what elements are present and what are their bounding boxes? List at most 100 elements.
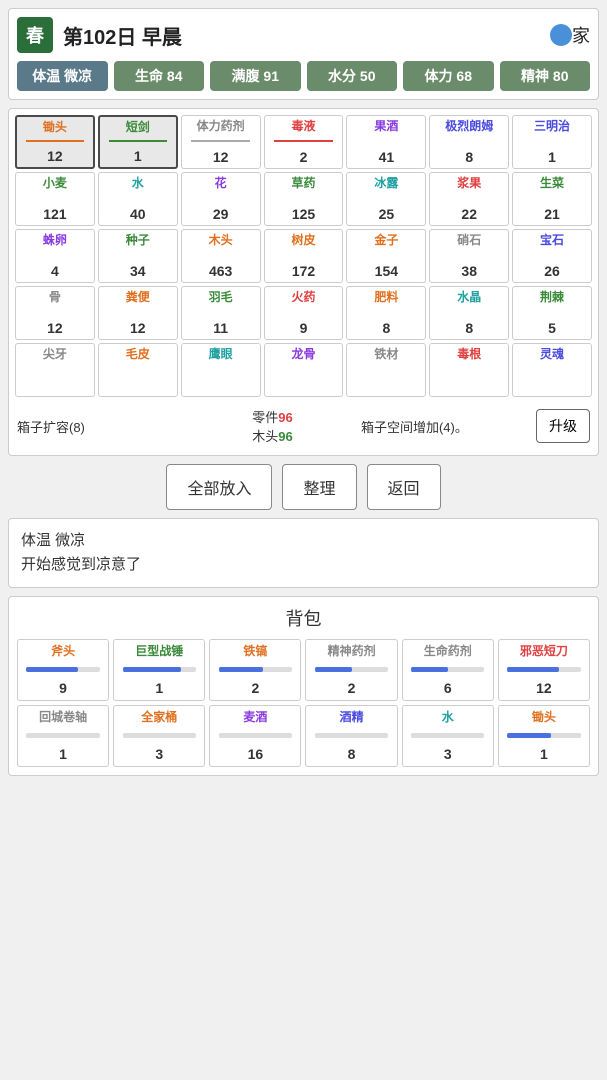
inv-item-count-9: 29 xyxy=(213,206,229,222)
inv-item-underline-12 xyxy=(440,197,499,199)
inv-item-underline-15 xyxy=(108,254,167,256)
inv-cell-22[interactable]: 粪便12 xyxy=(98,286,178,340)
inv-item-count-4: 41 xyxy=(379,149,395,165)
inv-cell-4[interactable]: 果酒 41 xyxy=(346,115,426,169)
bp-cell-7[interactable]: 全家桶3 xyxy=(113,705,205,767)
upgrade-button[interactable]: 升级 xyxy=(536,409,590,443)
inv-item-name-12: 浆果 xyxy=(457,176,481,190)
bp-item-bar-container-7 xyxy=(123,733,196,738)
inv-cell-9[interactable]: 花29 xyxy=(181,172,261,226)
bp-cell-0[interactable]: 斧头9 xyxy=(17,639,109,701)
put-all-button[interactable]: 全部放入 xyxy=(166,464,272,510)
inv-cell-14[interactable]: 蛛卵4 xyxy=(15,229,95,283)
bp-cell-1[interactable]: 巨型战锤1 xyxy=(113,639,205,701)
inv-cell-25[interactable]: 肥料8 xyxy=(346,286,426,340)
inv-cell-26[interactable]: 水晶 8 xyxy=(429,286,509,340)
inv-item-count-16: 463 xyxy=(209,263,232,279)
bp-cell-5[interactable]: 邪恶短刀12 xyxy=(498,639,590,701)
inv-cell-0[interactable]: 锄头12 xyxy=(15,115,95,169)
inv-item-count-19: 38 xyxy=(461,263,477,279)
inv-item-count-2: 12 xyxy=(213,149,229,165)
inv-cell-34[interactable]: 灵魂 xyxy=(512,343,592,397)
inv-cell-7[interactable]: 小麦121 xyxy=(15,172,95,226)
inv-item-name-2: 体力药剂 xyxy=(197,119,245,133)
bp-cell-11[interactable]: 锄头1 xyxy=(498,705,590,767)
bp-cell-9[interactable]: 酒精8 xyxy=(305,705,397,767)
bp-cell-2[interactable]: 铁镐2 xyxy=(209,639,301,701)
inv-item-count-0: 12 xyxy=(47,148,63,164)
inv-cell-5[interactable]: 极烈朗姆8 xyxy=(429,115,509,169)
inv-item-count-26: 8 xyxy=(465,320,473,336)
day-title: 第102日 早晨 xyxy=(63,21,542,50)
inv-item-underline-8 xyxy=(108,197,167,199)
inv-cell-10[interactable]: 草药125 xyxy=(264,172,344,226)
backpack-title: 背包 xyxy=(17,605,590,631)
bp-item-name-2: 铁镐 xyxy=(243,644,267,658)
inv-cell-11[interactable]: 冰露25 xyxy=(346,172,426,226)
inv-item-count-11: 25 xyxy=(379,206,395,222)
inv-cell-8[interactable]: 水40 xyxy=(98,172,178,226)
inv-item-name-4: 果酒 xyxy=(374,119,398,133)
inv-item-underline-9 xyxy=(191,197,250,199)
inv-cell-20[interactable]: 宝石26 xyxy=(512,229,592,283)
bp-item-name-6: 回城卷轴 xyxy=(39,710,87,724)
inv-cell-29[interactable]: 毛皮 xyxy=(98,343,178,397)
parts-label: 零件 xyxy=(252,410,278,425)
inv-item-count-3: 2 xyxy=(300,149,308,165)
backpack-grid: 斧头9巨型战锤1铁镐2 精神药剂 2 生命药剂6邪恶短刀12 回城卷轴 1 全家桶3麦酒16… xyxy=(17,639,590,767)
bp-item-bar-fill-5 xyxy=(507,667,558,672)
inv-cell-21[interactable]: 骨 12 xyxy=(15,286,95,340)
bp-cell-8[interactable]: 麦酒16 xyxy=(209,705,301,767)
inv-cell-12[interactable]: 浆果 22 xyxy=(429,172,509,226)
inv-cell-3[interactable]: 毒液2 xyxy=(264,115,344,169)
inv-cell-32[interactable]: 铁材 xyxy=(346,343,426,397)
inv-cell-31[interactable]: 龙骨 xyxy=(264,343,344,397)
inv-cell-30[interactable]: 鹰眼 xyxy=(181,343,261,397)
back-button[interactable]: 返回 xyxy=(367,464,441,510)
bp-item-count-11: 1 xyxy=(540,746,548,762)
bp-cell-10[interactable]: 水3 xyxy=(402,705,494,767)
action-row: 全部放入 整理 返回 xyxy=(8,464,599,510)
inv-item-underline-24 xyxy=(274,311,333,313)
inv-item-underline-19 xyxy=(440,254,499,256)
inv-item-name-21: 骨 xyxy=(49,290,61,304)
inv-cell-2[interactable]: 体力药剂 12 xyxy=(181,115,261,169)
inv-cell-24[interactable]: 火药9 xyxy=(264,286,344,340)
inv-cell-33[interactable]: 毒根 xyxy=(429,343,509,397)
inv-cell-23[interactable]: 羽毛11 xyxy=(181,286,261,340)
inv-item-count-18: 154 xyxy=(375,263,398,279)
bp-item-count-6: 1 xyxy=(59,746,67,762)
inv-cell-19[interactable]: 硝石38 xyxy=(429,229,509,283)
inv-item-count-6: 1 xyxy=(548,149,556,165)
inv-item-underline-1 xyxy=(109,140,166,142)
message-box: 体温 微凉 开始感觉到凉意了 xyxy=(8,518,599,588)
bp-item-bar-container-9 xyxy=(315,733,388,738)
stat-spirit: 精神 80 xyxy=(500,61,591,91)
bp-cell-3[interactable]: 精神药剂 2 xyxy=(305,639,397,701)
bp-item-bar-container-4 xyxy=(411,667,484,672)
inv-cell-27[interactable]: 荆棘5 xyxy=(512,286,592,340)
bp-item-count-3: 2 xyxy=(348,680,356,696)
inv-item-count-21: 12 xyxy=(47,320,63,336)
main-screen: 春 第102日 早晨 家 体温 微凉 生命 84 满腹 91 水分 50 体力 … xyxy=(0,0,607,784)
inv-cell-16[interactable]: 木头463 xyxy=(181,229,261,283)
inv-cell-18[interactable]: 金子154 xyxy=(346,229,426,283)
bp-cell-6[interactable]: 回城卷轴 1 xyxy=(17,705,109,767)
inv-item-underline-25 xyxy=(357,311,416,313)
inv-cell-1[interactable]: 短剑1 xyxy=(98,115,178,169)
inv-item-name-26: 水晶 xyxy=(457,290,481,304)
bp-item-bar-container-10 xyxy=(411,733,484,738)
inv-cell-17[interactable]: 树皮172 xyxy=(264,229,344,283)
inv-item-underline-0 xyxy=(26,140,83,142)
inv-cell-13[interactable]: 生菜21 xyxy=(512,172,592,226)
stats-row: 体温 微凉 生命 84 满腹 91 水分 50 体力 68 精神 80 xyxy=(17,61,590,91)
stat-fullness: 满腹 91 xyxy=(210,61,301,91)
inv-item-count-10: 125 xyxy=(292,206,315,222)
bp-item-name-3: 精神药剂 xyxy=(328,644,376,658)
bp-cell-4[interactable]: 生命药剂6 xyxy=(402,639,494,701)
organize-button[interactable]: 整理 xyxy=(282,464,356,510)
inv-cell-28[interactable]: 尖牙 xyxy=(15,343,95,397)
inv-cell-6[interactable]: 三明治1 xyxy=(512,115,592,169)
inv-item-count-12: 22 xyxy=(461,206,477,222)
inv-cell-15[interactable]: 种子34 xyxy=(98,229,178,283)
